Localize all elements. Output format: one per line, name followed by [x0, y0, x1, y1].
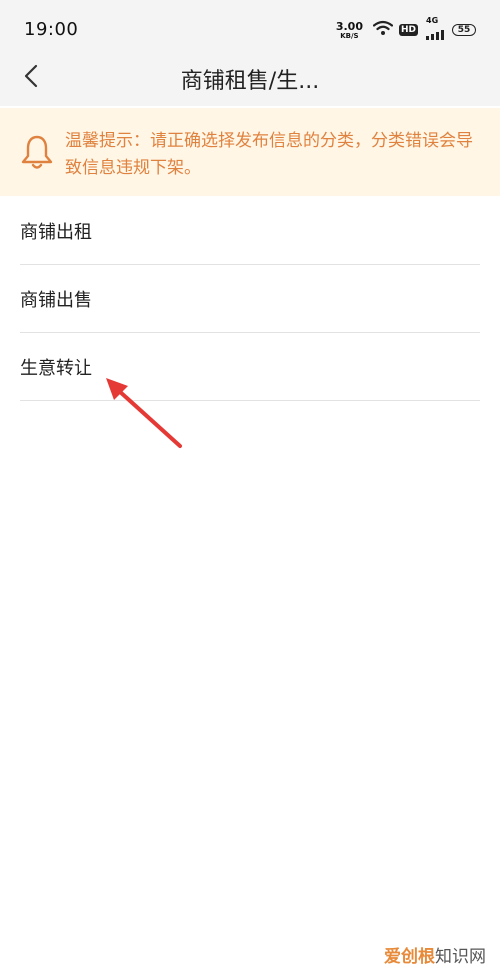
watermark-suffix: 知识网: [435, 947, 486, 967]
notice-text: 温馨提示：请正确选择发布信息的分类，分类错误会导致信息违规下架。: [65, 131, 473, 178]
status-icons: 3.00 KB/S HD 4G 55: [336, 15, 476, 44]
status-bar: 19:00 3.00 KB/S HD 4G 55: [0, 0, 500, 50]
category-label: 生意转让: [20, 357, 92, 379]
wifi-icon: [372, 20, 394, 40]
back-button[interactable]: [16, 60, 48, 92]
network-speed-value: 3.00: [335, 19, 363, 33]
nav-bar: 商铺租售/生...: [0, 50, 500, 106]
watermark: 爱创根 知识网: [384, 942, 486, 967]
battery-icon: 55: [452, 24, 476, 36]
network-type-label: 4G: [426, 15, 439, 25]
bell-icon: [20, 134, 54, 172]
signal-bars-icon: [426, 25, 444, 44]
chevron-left-icon: [24, 64, 38, 88]
category-item-business-transfer[interactable]: 生意转让: [20, 333, 480, 401]
category-item-shop-sale[interactable]: 商铺出售: [20, 265, 480, 333]
status-time: 19:00: [24, 19, 79, 40]
network-speed-unit: KB/S: [340, 31, 359, 40]
battery-level: 55: [457, 25, 471, 35]
notice-banner: 温馨提示：请正确选择发布信息的分类，分类错误会导致信息违规下架。: [0, 108, 500, 196]
category-label: 商铺出租: [20, 221, 92, 243]
page-title: 商铺租售/生...: [180, 69, 320, 94]
category-item-shop-rent[interactable]: 商铺出租: [20, 197, 480, 265]
network-speed: 3.00 KB/S: [336, 21, 363, 40]
category-label: 商铺出售: [20, 289, 92, 311]
watermark-brand: 爱创根: [384, 947, 435, 967]
category-list: 商铺出租 商铺出售 生意转让: [20, 197, 480, 401]
cellular-signal: 4G: [426, 15, 444, 44]
hd-badge: HD: [398, 24, 418, 36]
